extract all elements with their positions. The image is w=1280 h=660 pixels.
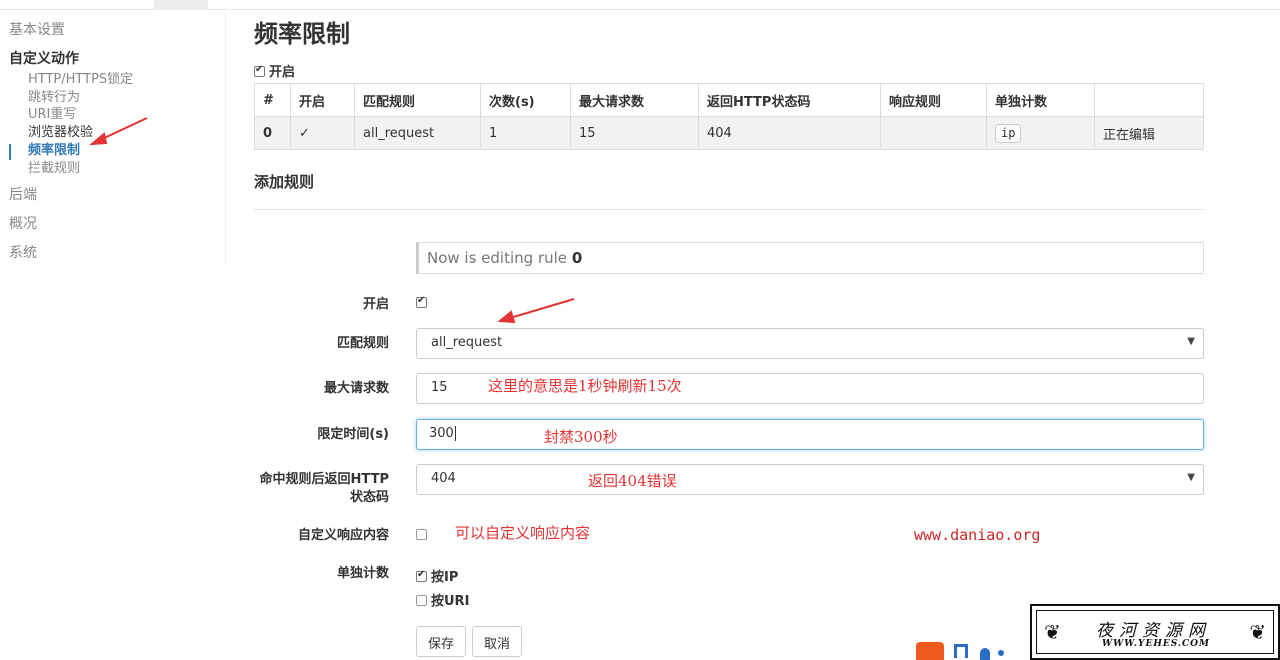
- col-response: 响应规则: [880, 83, 987, 117]
- time-input[interactable]: 300: [416, 419, 1204, 450]
- col-count: 单独计数: [986, 83, 1095, 117]
- count-label: 单独计数: [336, 566, 389, 581]
- ime-logo-icon: [916, 642, 944, 660]
- logo-url: WWW.YEHES.COM: [1102, 639, 1210, 649]
- status-select[interactable]: 404 ▼: [416, 464, 1204, 495]
- page-title: 频率限制: [254, 20, 350, 48]
- editing-index: 0: [571, 249, 583, 267]
- cell-count: ip: [986, 116, 1095, 150]
- arrow-to-enable: [509, 298, 575, 319]
- match-select[interactable]: all_request ▼: [416, 328, 1204, 359]
- cell-max: 15: [570, 116, 699, 150]
- count-ip-label: 按IP: [431, 570, 459, 585]
- table-header-row: # 开启 匹配规则 次数(s) 最大请求数 返回HTTP状态码 响应规则 单独计…: [254, 83, 1204, 117]
- cell-index: 0: [254, 116, 291, 150]
- site-logo: ❦ ❦ 夜河资源网 WWW.YEHES.COM: [1030, 604, 1280, 660]
- count-badge: ip: [995, 123, 1022, 143]
- chevron-down-icon: ▼: [1187, 472, 1195, 483]
- logo-title: 夜河资源网: [1096, 621, 1211, 641]
- ime-mode-icon: [980, 648, 990, 660]
- col-state: [1094, 83, 1204, 117]
- ornament-left-icon: ❦: [1044, 620, 1061, 644]
- ornament-right-icon: ❦: [1249, 620, 1266, 644]
- annotation-max: 这里的意思是1秒钟刷新15次: [488, 377, 682, 395]
- enable-label: 开启: [269, 65, 296, 80]
- annotation-status: 返回404错误: [588, 472, 677, 490]
- cell-state[interactable]: 正在编辑: [1094, 116, 1204, 150]
- enable-field-label: 开启: [362, 297, 389, 312]
- col-enabled: 开启: [290, 83, 355, 117]
- status-label-line2: 状态码: [349, 490, 389, 505]
- count-uri-checkbox[interactable]: [416, 595, 427, 606]
- count-ip-checkbox[interactable]: [416, 569, 427, 582]
- ime-toolbar[interactable]: [916, 640, 1026, 660]
- editing-notice: Now is editing rule 0: [416, 242, 1204, 274]
- cell-response: [880, 116, 987, 150]
- status-label-line1: 命中规则后返回HTTP: [259, 472, 389, 487]
- col-status: 返回HTTP状态码: [698, 83, 881, 117]
- col-times: 次数(s): [480, 83, 571, 117]
- table-row[interactable]: 0 ✓ all_request 1 15 404 ip 正在编辑: [254, 116, 1204, 150]
- count-by-uri[interactable]: 按URI: [416, 590, 469, 609]
- chevron-down-icon: ▼: [1187, 336, 1195, 347]
- annotation-custom: 可以自定义响应内容: [455, 524, 591, 542]
- rules-table: # 开启 匹配规则 次数(s) 最大请求数 返回HTTP状态码 响应规则 单独计…: [254, 83, 1204, 150]
- col-match: 匹配规则: [354, 83, 481, 117]
- rule-enable-checkbox[interactable]: [416, 295, 427, 308]
- cell-times: 1: [480, 116, 571, 150]
- text-cursor: [454, 426, 456, 441]
- enable-checkbox[interactable]: [254, 64, 265, 77]
- match-select-value: all_request: [431, 335, 503, 350]
- time-value: 300: [429, 426, 454, 441]
- add-rule-title: 添加规则: [254, 173, 315, 191]
- cell-match: all_request: [354, 116, 481, 150]
- col-index: #: [254, 83, 291, 117]
- time-label: 限定时间(s): [317, 427, 389, 442]
- cancel-button[interactable]: 取消: [472, 626, 523, 657]
- ime-lang-icon: [954, 644, 968, 658]
- custom-response-label: 自定义响应内容: [297, 528, 389, 543]
- annotation-ban: 封禁300秒: [544, 428, 618, 446]
- save-button[interactable]: 保存: [416, 626, 467, 657]
- cell-enabled: ✓: [290, 116, 355, 150]
- arrow-head-enable: [497, 310, 516, 324]
- status-label: 命中规则后返回HTTP 状态码: [260, 471, 389, 507]
- count-uri-label: 按URI: [431, 594, 470, 609]
- ime-punct-icon: [998, 650, 1004, 656]
- max-requests-label: 最大请求数: [323, 381, 389, 396]
- status-select-value: 404: [431, 471, 456, 486]
- count-by-ip[interactable]: 按IP: [416, 566, 458, 585]
- max-requests-value: 15: [431, 380, 448, 395]
- enable-toggle[interactable]: 开启: [254, 61, 295, 80]
- col-max: 最大请求数: [570, 83, 699, 117]
- match-field-label: 匹配规则: [336, 336, 389, 351]
- arrow-head-sidebar: [88, 132, 108, 146]
- editing-prefix: Now is editing rule: [427, 249, 568, 267]
- custom-response-checkbox[interactable]: [416, 529, 427, 540]
- watermark-text: www.daniao.org: [914, 526, 1041, 544]
- arrow-to-sidebar: [99, 117, 148, 141]
- cell-status: 404: [698, 116, 881, 150]
- divider: [254, 209, 1204, 210]
